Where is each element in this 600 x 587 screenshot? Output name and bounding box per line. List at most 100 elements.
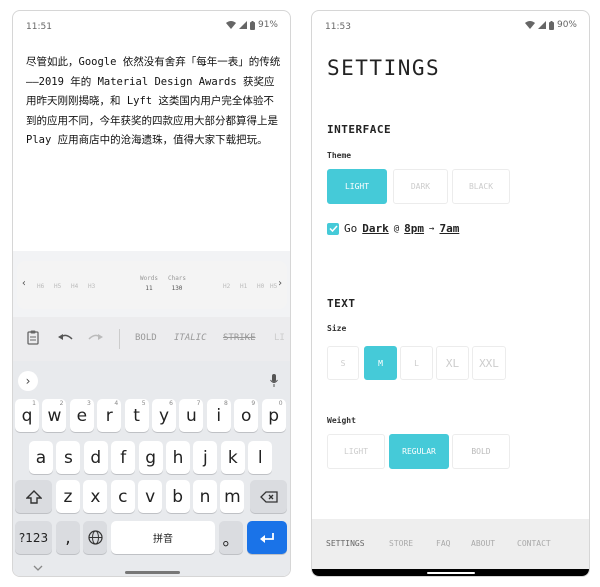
- key-x[interactable]: x: [83, 480, 108, 513]
- status-time: 11:53: [325, 22, 351, 32]
- keyboard: › q 1 w 2 e 3 r 4 t 5 y 6 u 7 i 8 o 9 p 0 a s d f g h j k l z x c v b n m ?1…: [13, 361, 290, 576]
- key-m[interactable]: m: [220, 480, 245, 513]
- page-title: SETTINGS: [327, 56, 441, 80]
- chevron-down-icon[interactable]: [33, 565, 43, 571]
- auto-mode-select[interactable]: Dark: [362, 222, 389, 235]
- space-key[interactable]: 拼音: [111, 521, 215, 554]
- comma-key[interactable]: ,: [56, 521, 80, 554]
- size-xl-button[interactable]: XL: [436, 346, 469, 380]
- shift-key[interactable]: [15, 480, 52, 513]
- auto-dark-row: Go Dark @ 8pm → 7am: [327, 222, 459, 235]
- at-label: @: [393, 223, 400, 234]
- key-d[interactable]: d: [83, 441, 108, 474]
- key-hint: 7: [196, 400, 201, 407]
- weight-bold-button[interactable]: BOLD: [452, 434, 510, 469]
- key-h[interactable]: h: [166, 441, 190, 474]
- key-g[interactable]: g: [138, 441, 163, 474]
- weight-regular-button[interactable]: REGULAR: [389, 434, 449, 469]
- wifi-icon: [524, 21, 535, 29]
- key-hint: 3: [86, 400, 91, 407]
- redo-icon[interactable]: [88, 333, 104, 343]
- theme-light-button[interactable]: LIGHT: [327, 169, 387, 204]
- heading-h3[interactable]: H3: [88, 283, 95, 290]
- key-f[interactable]: f: [111, 441, 136, 474]
- status-time: 11:51: [26, 22, 52, 32]
- home-indicator[interactable]: [427, 572, 475, 574]
- key-w[interactable]: w2: [42, 399, 67, 432]
- document-stats-bar: ‹ H6 H5 H4 H3 Words 11 Chars 130 H2 H1 H…: [17, 261, 287, 309]
- heading-h2[interactable]: H2: [223, 283, 230, 290]
- weight-light-button[interactable]: LIGHT: [327, 434, 385, 469]
- key-hint: 6: [169, 400, 173, 407]
- size-s-button[interactable]: S: [327, 346, 359, 380]
- battery-icon: [249, 20, 255, 30]
- heading-h0[interactable]: H0: [257, 283, 264, 290]
- nav-about[interactable]: ABOUT: [471, 539, 495, 548]
- key-v[interactable]: v: [138, 480, 163, 513]
- nav-store[interactable]: STORE: [389, 539, 413, 548]
- to-time-select[interactable]: 7am: [439, 222, 459, 235]
- key-r[interactable]: r4: [97, 399, 122, 432]
- chevron-right-icon[interactable]: ›: [277, 278, 283, 289]
- key-s[interactable]: s: [56, 441, 81, 474]
- key-o[interactable]: o9: [234, 399, 259, 432]
- nav-contact[interactable]: CONTACT: [517, 539, 551, 548]
- signal-icon: [537, 21, 546, 29]
- text-heading: TEXT: [327, 297, 356, 310]
- key-a[interactable]: a: [29, 441, 53, 474]
- editor-body-text[interactable]: 尽管如此，Google 依然没有舍弃「每年一表」的传统——2019 年的 Mat…: [26, 53, 282, 151]
- key-b[interactable]: b: [165, 480, 190, 513]
- key-hint: 2: [59, 400, 64, 407]
- strike-button[interactable]: STRIKE: [223, 333, 256, 343]
- bold-button[interactable]: BOLD: [135, 333, 157, 343]
- battery-level: 91%: [257, 20, 278, 30]
- key-e[interactable]: e3: [69, 399, 94, 432]
- key-z[interactable]: z: [56, 480, 80, 513]
- key-j[interactable]: j: [193, 441, 218, 474]
- format-toolbar: BOLD ITALIC STRIKE LI: [13, 317, 290, 361]
- key-q[interactable]: q1: [15, 399, 39, 432]
- auto-dark-checkbox[interactable]: [327, 222, 339, 235]
- key-u[interactable]: u7: [179, 399, 204, 432]
- key-hint: 0: [278, 400, 283, 407]
- heading-h4[interactable]: H4: [71, 283, 78, 290]
- go-label: Go: [344, 222, 358, 235]
- heading-h6[interactable]: H6: [37, 283, 44, 290]
- microphone-icon[interactable]: [270, 374, 278, 387]
- chevron-left-icon[interactable]: ‹: [21, 278, 27, 289]
- editor-screen: 11:51 91% 尽管如此，Google 依然没有舍弃「每年一表」的传统——2…: [12, 10, 291, 577]
- key-t[interactable]: t5: [124, 399, 149, 432]
- expand-keyboard-button[interactable]: ›: [18, 371, 38, 391]
- theme-black-button[interactable]: BLACK: [452, 169, 510, 204]
- key-y[interactable]: y6: [152, 399, 176, 432]
- key-k[interactable]: k: [220, 441, 245, 474]
- key-l[interactable]: l: [248, 441, 273, 474]
- nav-settings[interactable]: SETTINGS: [326, 539, 365, 548]
- gesture-bar: [125, 571, 180, 574]
- key-c[interactable]: c: [110, 480, 135, 513]
- heading-h5[interactable]: H5: [54, 283, 61, 290]
- language-key[interactable]: [83, 521, 107, 554]
- more-format-button[interactable]: LI: [274, 333, 285, 343]
- key-n[interactable]: n: [193, 480, 217, 513]
- size-xxl-button[interactable]: XXL: [472, 346, 506, 380]
- period-key[interactable]: 。: [219, 521, 243, 554]
- symbols-key[interactable]: ?123: [15, 521, 52, 554]
- size-m-button[interactable]: M: [364, 346, 397, 380]
- weight-label: Weight: [327, 416, 356, 425]
- theme-dark-button[interactable]: DARK: [393, 169, 448, 204]
- key-p[interactable]: p0: [261, 399, 286, 432]
- clipboard-icon[interactable]: [27, 330, 39, 345]
- size-l-button[interactable]: L: [400, 346, 433, 380]
- backspace-key[interactable]: [250, 480, 287, 513]
- settings-screen: 11:53 90% SETTINGS INTERFACE Theme LIGHT…: [311, 10, 590, 577]
- globe-icon: [87, 530, 103, 545]
- enter-key[interactable]: [247, 521, 287, 554]
- undo-icon[interactable]: [57, 333, 73, 343]
- heading-h1[interactable]: H1: [240, 283, 247, 290]
- key-i[interactable]: i8: [206, 399, 231, 432]
- key-hint: 5: [141, 400, 146, 407]
- italic-button[interactable]: ITALIC: [174, 333, 207, 343]
- from-time-select[interactable]: 8pm: [404, 222, 424, 235]
- nav-faq[interactable]: FAQ: [436, 539, 450, 548]
